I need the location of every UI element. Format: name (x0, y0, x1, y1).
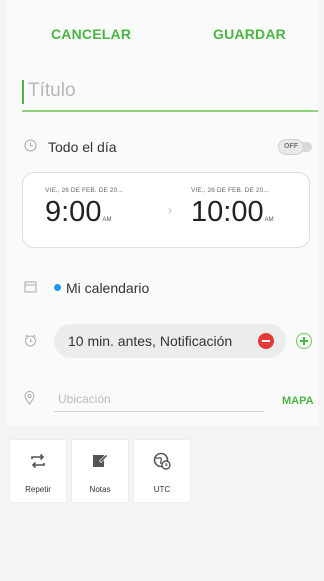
utc-button[interactable]: UTC (134, 440, 190, 502)
save-button[interactable]: GUARDAR (213, 26, 286, 42)
remove-reminder-button[interactable] (258, 333, 274, 349)
timezone-icon (153, 452, 171, 470)
notes-button[interactable]: Notas (72, 440, 128, 502)
repeat-label: Repetir (25, 485, 51, 494)
title-input[interactable] (22, 72, 318, 112)
end-time-row: 10:00AM (191, 197, 274, 235)
text-cursor (22, 80, 24, 104)
toggle-knob: OFF (278, 139, 304, 155)
end-date: VIE., 26 DE FEB. DE 20... (191, 187, 270, 194)
start-time-row: 9:00AM (45, 197, 123, 235)
calendar-selector[interactable]: Mi calendario (66, 280, 149, 296)
start-ampm: AM (102, 217, 112, 223)
end-datetime[interactable]: VIE., 26 DE FEB. DE 20... 10:00AM (191, 187, 274, 235)
add-reminder-button[interactable] (296, 333, 312, 349)
notes-icon (93, 453, 109, 467)
start-datetime[interactable]: VIE., 26 DE FEB. DE 20... 9:00AM (45, 187, 123, 235)
start-date: VIE., 26 DE FEB. DE 20... (45, 187, 124, 194)
action-bar: CANCELAR GUARDAR (6, 0, 318, 72)
location-input[interactable] (54, 386, 264, 412)
calendar-color-dot (54, 284, 61, 291)
calendar-icon (24, 280, 37, 296)
all-day-label: Todo el día (48, 139, 117, 155)
date-time-box: VIE., 26 DE FEB. DE 20... 9:00AM › VIE.,… (22, 172, 310, 248)
location-pin-icon (24, 391, 35, 408)
map-button[interactable]: MAPA (282, 395, 314, 407)
end-time: 10:00 (191, 196, 264, 228)
start-time: 9:00 (45, 196, 102, 228)
title-field-container (22, 72, 318, 114)
utc-label: UTC (153, 485, 171, 494)
chevron-right-icon: › (168, 203, 172, 217)
all-day-toggle[interactable]: OFF (278, 139, 312, 155)
clock-icon (24, 139, 37, 155)
alarm-icon (24, 334, 37, 350)
cancel-button[interactable]: CANCELAR (51, 26, 131, 42)
reminder-chip[interactable]: 10 min. antes, Notificación (54, 324, 286, 358)
end-ampm: AM (264, 217, 274, 223)
notes-label: Notas (89, 485, 111, 494)
repeat-icon (31, 453, 45, 469)
event-form-panel: CANCELAR GUARDAR Todo el día OFF VIE., 2… (6, 0, 318, 426)
repeat-button[interactable]: Repetir (10, 440, 66, 502)
reminder-label: 10 min. antes, Notificación (68, 333, 233, 349)
